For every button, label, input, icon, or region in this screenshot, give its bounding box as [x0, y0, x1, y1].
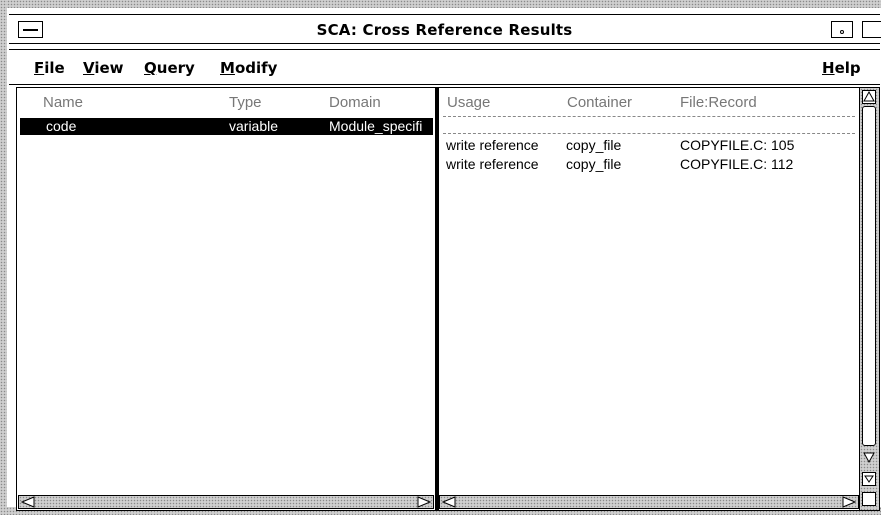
menu-modify[interactable]: Modify: [220, 59, 277, 77]
usage-cell: write reference: [446, 156, 539, 172]
menu-query-mnemonic: Q: [144, 59, 157, 77]
title-bar[interactable]: SCA: Cross Reference Results: [9, 14, 881, 44]
window-title: SCA: Cross Reference Results: [316, 21, 573, 39]
menu-modify-label: odify: [234, 59, 278, 77]
column-header-type[interactable]: Type: [229, 94, 262, 111]
menu-modify-mnemonic: M: [220, 59, 235, 77]
symbol-name: code: [46, 118, 77, 134]
minimize-icon[interactable]: [831, 21, 853, 38]
menu-query-label: uery: [156, 59, 195, 77]
column-header-domain[interactable]: Domain: [329, 94, 381, 111]
menu-file-mnemonic: F: [34, 59, 45, 77]
left-horizontal-scrollbar[interactable]: [18, 495, 434, 509]
table-row[interactable]: write reference copy_file COPYFILE.C: 10…: [439, 137, 859, 154]
menu-view-mnemonic: V: [83, 59, 95, 77]
menu-file-label: ile: [44, 59, 65, 77]
scroll-left-arrow-icon[interactable]: [441, 496, 457, 508]
scroll-right-arrow-icon[interactable]: [416, 496, 432, 508]
column-header-container[interactable]: Container: [567, 94, 632, 111]
symbol-type: variable: [229, 118, 279, 134]
maximize-icon[interactable]: [862, 21, 881, 38]
menu-help-label: elp: [834, 59, 861, 77]
menu-view-label: iew: [94, 59, 124, 77]
file-record-cell: COPYFILE.C: 112: [680, 156, 794, 172]
container-cell: copy_file: [566, 137, 622, 153]
table-row[interactable]: code variable Module_specifi: [20, 118, 433, 135]
menu-bar: File View Query Modify Help: [9, 49, 880, 85]
row-divider: [443, 133, 855, 134]
menu-query[interactable]: Query: [144, 59, 195, 77]
scroll-down-arrow-icon[interactable]: [862, 450, 876, 464]
right-horizontal-scrollbar[interactable]: [439, 495, 859, 509]
reference-list-pane: Usage Container File:Record write refere…: [439, 88, 859, 510]
column-header-usage[interactable]: Usage: [447, 94, 490, 111]
symbol-list-pane: Name Type Domain code variable Module_sp…: [17, 88, 435, 510]
menu-help-mnemonic: H: [822, 59, 835, 77]
menu-view[interactable]: View: [83, 59, 124, 77]
container-cell: copy_file: [566, 156, 622, 172]
scroll-corner-icon[interactable]: [862, 492, 876, 506]
column-header-file-record[interactable]: File:Record: [680, 94, 757, 111]
results-workspace: Name Type Domain code variable Module_sp…: [16, 87, 880, 511]
menu-help[interactable]: Help: [822, 59, 861, 77]
table-row[interactable]: write reference copy_file COPYFILE.C: 11…: [439, 156, 859, 173]
symbol-domain: Module_specifi: [329, 118, 423, 134]
window-frame-left: [0, 0, 7, 515]
scroll-up-arrow-icon[interactable]: [862, 90, 876, 104]
vertical-scrollbar[interactable]: [859, 88, 879, 510]
file-record-cell: COPYFILE.C: 105: [680, 137, 795, 153]
window-frame-top: [7, 0, 881, 8]
scroll-left-arrow-icon[interactable]: [20, 496, 36, 508]
row-divider: [443, 116, 855, 117]
menu-file[interactable]: File: [34, 59, 65, 77]
page-down-icon[interactable]: [862, 472, 876, 486]
vertical-scroll-thumb[interactable]: [862, 106, 876, 446]
usage-cell: write reference: [446, 137, 539, 153]
cross-reference-window: SCA: Cross Reference Results File View Q…: [0, 0, 881, 523]
scroll-right-arrow-icon[interactable]: [841, 496, 857, 508]
column-header-name[interactable]: Name: [43, 94, 83, 111]
